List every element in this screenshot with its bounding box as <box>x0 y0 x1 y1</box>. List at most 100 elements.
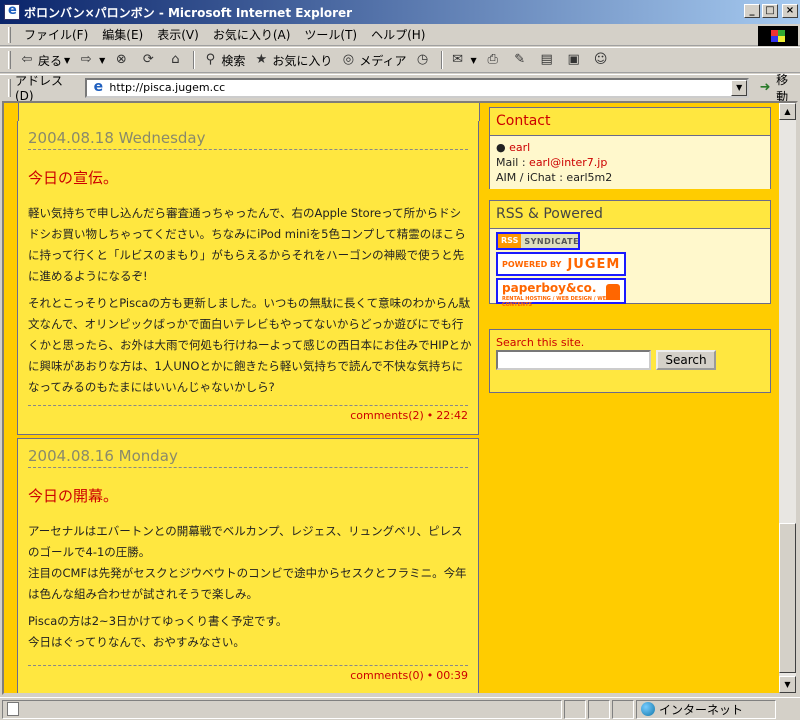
minimize-button[interactable]: _ <box>744 4 760 18</box>
blog-entry: 2004.08.18 Wednesday 今日の宣伝。 軽い気持ちで申し込んだら… <box>17 103 480 435</box>
stop-icon: ⊗ <box>115 52 127 67</box>
search-box: Search this site. Search <box>489 329 771 393</box>
media-label: メディア <box>359 53 407 68</box>
refresh-button[interactable]: ⟳ <box>136 49 163 71</box>
entry-time: 00:39 <box>436 669 468 682</box>
rss-syndicate-badge[interactable]: RSS SYNDICATE <box>496 232 580 250</box>
page-ie-icon: e <box>93 78 104 95</box>
media-icon: ◎ <box>342 52 355 67</box>
menu-edit[interactable]: 編集(E) <box>95 26 150 43</box>
mail-icon: ✉ <box>452 52 463 67</box>
contact-heading: Contact <box>490 108 770 136</box>
windows-flag-icon <box>771 30 785 42</box>
forward-button[interactable]: ⇨ ▼ <box>74 49 109 71</box>
home-button[interactable]: ⌂ <box>163 49 190 71</box>
stop-button[interactable]: ⊗ <box>109 49 136 71</box>
favorites-label: お気に入り <box>272 53 333 68</box>
edit-icon: ✎ <box>514 52 526 67</box>
scroll-thumb[interactable] <box>779 523 796 673</box>
jugem-badge-right: JUGEM <box>567 256 621 272</box>
entry-date: 2004.08.16 Monday <box>28 447 468 468</box>
mail-button[interactable]: ✉ ▼ <box>446 49 481 71</box>
menu-tools[interactable]: ツール(T) <box>297 26 364 43</box>
comments-link[interactable]: comments(2) <box>350 409 424 422</box>
previous-entry-strip <box>18 103 480 121</box>
search-input[interactable] <box>496 350 651 370</box>
contact-name-link[interactable]: earl <box>509 141 530 154</box>
maximize-button[interactable]: □ <box>762 4 778 18</box>
mail-dropdown-icon[interactable]: ▼ <box>471 56 477 65</box>
mail-label: Mail : <box>496 156 526 169</box>
status-pane <box>564 699 586 719</box>
discuss-button[interactable]: ▤ <box>535 49 562 71</box>
favorites-button[interactable]: ★ お気に入り <box>249 49 336 71</box>
search-label: 検索 <box>221 53 246 68</box>
magnifier-icon: ⚲ <box>205 52 216 67</box>
close-button[interactable]: × <box>782 4 798 18</box>
printer-icon: ⎙ <box>487 52 498 67</box>
back-button[interactable]: ⇦ 戻る ▼ <box>15 49 74 71</box>
entry-footer: comments(0) • 00:39 <box>28 665 468 682</box>
comments-link[interactable]: comments(0) <box>350 669 424 682</box>
rocket-icon <box>606 284 620 300</box>
paperboy-badge[interactable]: paperboy&co. RENTAL HOSTING / WEB DESIGN… <box>496 278 626 308</box>
contact-body: ● earl Mail : earl@inter7.jp AIM / iChat… <box>490 136 770 189</box>
menu-favorites[interactable]: お気に入り(A) <box>206 26 298 43</box>
toolbar-separator <box>440 51 443 69</box>
jugem-badge-left: POWERED BY <box>502 259 562 269</box>
page-viewport[interactable]: 2004.08.18 Wednesday 今日の宣伝。 軽い気持ちで申し込んだら… <box>2 101 798 695</box>
address-bar: アドレス(D) e ▼ ➜ 移動 <box>0 73 800 104</box>
window-title: ボロンバン×パロンボン - Microsoft Internet Explore… <box>24 5 353 20</box>
address-field[interactable]: e ▼ <box>85 77 750 98</box>
toolbar-grip[interactable] <box>8 51 11 69</box>
contact-mail-row: Mail : earl@inter7.jp <box>496 155 764 170</box>
research-icon: ▣ <box>567 52 580 67</box>
address-dropdown-icon[interactable]: ▼ <box>731 79 748 96</box>
research-button[interactable]: ▣ <box>562 49 589 71</box>
contact-box: Contact ● earl Mail : earl@inter7.jp AIM… <box>489 107 771 189</box>
rss-badge-left: RSS <box>498 234 522 248</box>
scroll-down-icon[interactable]: ▼ <box>779 676 796 693</box>
status-pane <box>612 699 634 719</box>
search-submit-button[interactable]: Search <box>656 350 716 370</box>
messenger-icon: ☺ <box>593 52 608 67</box>
status-bar: インターネット <box>0 697 800 720</box>
menu-view[interactable]: 表示(V) <box>150 26 206 43</box>
scroll-up-icon[interactable]: ▲ <box>779 103 796 120</box>
standard-toolbar: ⇦ 戻る ▼ ⇨ ▼ ⊗ ⟳ ⌂ ⚲ 検索 ★ お気に入り ◎ メディア ◷ ✉… <box>0 47 800 73</box>
forward-dropdown-icon[interactable]: ▼ <box>99 56 105 65</box>
contact-name-row: ● earl <box>496 141 531 154</box>
vertical-scrollbar[interactable]: ▲ ▼ <box>779 103 796 693</box>
main-column: 2004.08.18 Wednesday 今日の宣伝。 軽い気持ちで申し込んだら… <box>17 103 481 693</box>
menu-bar: ファイル(F) 編集(E) 表示(V) お気に入り(A) ツール(T) ヘルプ(… <box>0 24 800 46</box>
entry-title: 今日の宣伝。 <box>28 169 119 187</box>
entry-date: 2004.08.18 Wednesday <box>28 129 468 150</box>
go-button[interactable]: ➜ 移動 <box>757 71 800 105</box>
messenger-button[interactable]: ☺ <box>589 49 616 71</box>
menu-file[interactable]: ファイル(F) <box>17 26 95 43</box>
contact-mail-link[interactable]: earl@inter7.jp <box>529 156 607 169</box>
status-pane <box>588 699 610 719</box>
separator-dot: • <box>426 409 434 422</box>
status-main <box>2 699 562 719</box>
title-bar: ボロンバン×パロンボン - Microsoft Internet Explore… <box>0 0 800 24</box>
menu-help[interactable]: ヘルプ(H) <box>364 26 432 43</box>
jugem-badge[interactable]: POWERED BY JUGEM <box>496 252 626 276</box>
back-arrow-icon: ⇦ <box>21 52 33 67</box>
page-icon <box>7 702 19 716</box>
search-button[interactable]: ⚲ 検索 <box>198 49 249 71</box>
print-button[interactable]: ⎙ <box>481 49 508 71</box>
history-button[interactable]: ◷ <box>411 49 438 71</box>
back-dropdown-icon[interactable]: ▼ <box>64 56 70 65</box>
entry-paragraph: Piscaの方は2~3日かけてゆっくり書く予定です。 今日はぐってりなんで、おや… <box>28 614 288 649</box>
edit-button[interactable]: ✎ <box>508 49 535 71</box>
address-grip[interactable] <box>8 78 11 97</box>
address-input[interactable] <box>109 81 732 94</box>
address-label: アドレス(D) <box>15 74 64 103</box>
search-site-label: Search this site. <box>496 336 585 349</box>
media-button[interactable]: ◎ メディア <box>336 49 410 71</box>
contact-aim: AIM / iChat : earl5m2 <box>496 171 613 184</box>
zone-label: インターネット <box>659 702 744 717</box>
favorites-folder-icon: ★ <box>255 52 268 67</box>
menu-grip[interactable] <box>8 26 11 43</box>
